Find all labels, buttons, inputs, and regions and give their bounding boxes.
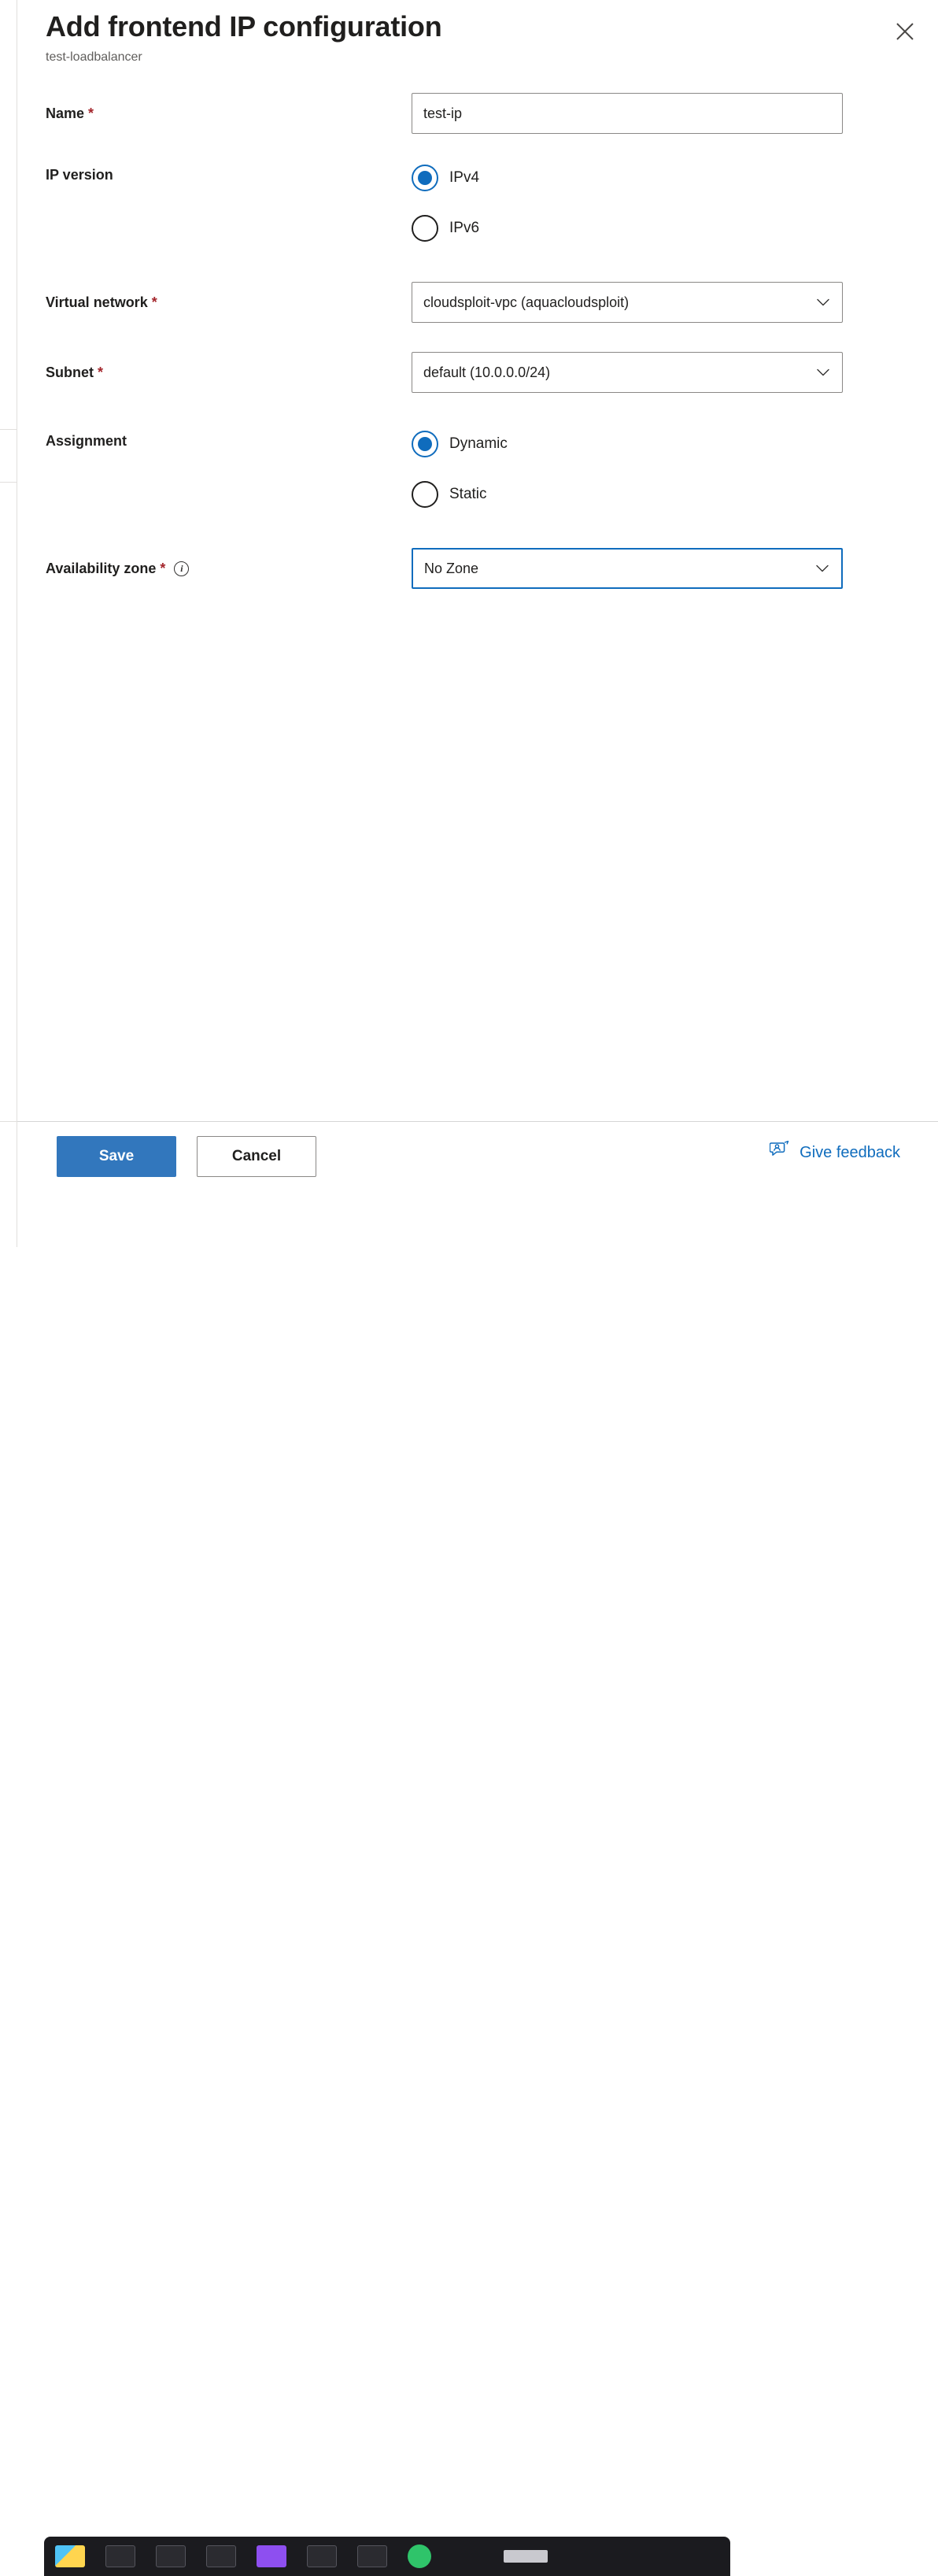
assignment-label: Assignment bbox=[46, 422, 412, 460]
availability-zone-label-text: Availability zone bbox=[46, 561, 157, 576]
page-title: Add frontend IP configuration bbox=[46, 10, 442, 43]
blade-header: Add frontend IP configuration test-loadb… bbox=[46, 8, 911, 66]
save-button[interactable]: Save bbox=[57, 1136, 176, 1177]
name-input[interactable] bbox=[412, 93, 843, 134]
availability-zone-required-marker: * bbox=[160, 561, 166, 576]
subnet-value: default (10.0.0.0/24) bbox=[423, 364, 551, 380]
virtual-network-value: cloudsploit-vpc (aquacloudsploit) bbox=[423, 294, 630, 310]
taskbar-app-icon-8[interactable] bbox=[408, 2545, 431, 2568]
add-frontend-ip-blade: Add frontend IP configuration test-loadb… bbox=[0, 0, 938, 2576]
taskbar-app-icon-1[interactable] bbox=[55, 2545, 85, 2567]
blade-left-gutter-middle bbox=[0, 429, 17, 483]
subnet-required-marker: * bbox=[98, 365, 104, 380]
form-row-assignment: Assignment Dynamic Static bbox=[46, 422, 899, 548]
radio-ipv6[interactable]: IPv6 bbox=[412, 209, 899, 247]
subnet-label-text: Subnet bbox=[46, 365, 94, 380]
taskbar-app-icon-4[interactable] bbox=[206, 2545, 236, 2567]
blade-left-gutter-footer bbox=[0, 1121, 17, 1247]
frontend-ip-form: Name * IP version IPv4 bbox=[46, 93, 899, 595]
blade-left-gutter-bottom bbox=[0, 483, 17, 1121]
assignment-radio-group: Dynamic Static bbox=[412, 422, 899, 513]
radio-dynamic[interactable]: Dynamic bbox=[412, 425, 899, 463]
virtual-network-label-text: Virtual network bbox=[46, 294, 148, 310]
taskbar-app-icon-3[interactable] bbox=[156, 2545, 186, 2567]
taskbar-app-icon-2[interactable] bbox=[105, 2545, 135, 2567]
virtual-network-dropdown[interactable]: cloudsploit-vpc (aquacloudsploit) bbox=[412, 282, 843, 323]
taskbar-app-icon-5[interactable] bbox=[257, 2545, 286, 2567]
radio-ipv4-mark bbox=[412, 165, 438, 191]
ip-version-label: IP version bbox=[46, 156, 412, 194]
taskbar-app-icon-9[interactable] bbox=[504, 2550, 548, 2563]
availability-zone-value: No Zone bbox=[424, 560, 479, 576]
radio-ipv6-label: IPv6 bbox=[449, 220, 480, 236]
form-row-ip-version: IP version IPv4 IPv6 bbox=[46, 156, 899, 282]
blade-left-gutter-top bbox=[0, 0, 17, 429]
taskbar-app-icon-6[interactable] bbox=[307, 2545, 337, 2567]
radio-static-mark bbox=[412, 481, 438, 508]
radio-static-label: Static bbox=[449, 486, 487, 502]
chevron-down-icon bbox=[814, 561, 830, 576]
close-button[interactable] bbox=[889, 16, 921, 47]
ip-version-radio-group: IPv4 IPv6 bbox=[412, 156, 899, 247]
chevron-down-icon bbox=[815, 365, 831, 380]
assignment-label-text: Assignment bbox=[46, 433, 127, 449]
feedback-person-icon bbox=[769, 1140, 790, 1164]
radio-ipv4[interactable]: IPv4 bbox=[412, 159, 899, 197]
info-icon[interactable]: i bbox=[174, 561, 190, 576]
form-row-subnet: Subnet * default (10.0.0.0/24) bbox=[46, 352, 899, 422]
availability-zone-dropdown[interactable]: No Zone bbox=[412, 548, 843, 589]
name-label: Name * bbox=[46, 93, 412, 134]
taskbar-app-icon-7[interactable] bbox=[357, 2545, 387, 2567]
radio-static[interactable]: Static bbox=[412, 476, 899, 513]
radio-ipv6-mark bbox=[412, 215, 438, 242]
blade-content: Add frontend IP configuration test-loadb… bbox=[17, 0, 938, 1247]
form-row-virtual-network: Virtual network * cloudsploit-vpc (aquac… bbox=[46, 282, 899, 352]
taskbar-icon-row bbox=[44, 2537, 730, 2576]
subnet-label: Subnet * bbox=[46, 352, 412, 393]
close-icon bbox=[895, 21, 915, 42]
give-feedback-link[interactable]: Give feedback bbox=[769, 1140, 900, 1164]
blade-footer: Save Cancel Give feedback bbox=[17, 1122, 938, 1247]
page-subtitle: test-loadbalancer bbox=[46, 50, 142, 64]
form-row-availability-zone: Availability zone * i No Zone bbox=[46, 548, 899, 595]
give-feedback-label: Give feedback bbox=[800, 1143, 900, 1161]
radio-ipv4-label: IPv4 bbox=[449, 169, 480, 186]
radio-dynamic-mark bbox=[412, 431, 438, 457]
form-row-name: Name * bbox=[46, 93, 899, 156]
os-taskbar bbox=[0, 1247, 938, 2576]
availability-zone-label: Availability zone * i bbox=[46, 548, 412, 589]
cancel-button[interactable]: Cancel bbox=[197, 1136, 316, 1177]
name-required-marker: * bbox=[88, 105, 94, 121]
virtual-network-required-marker: * bbox=[151, 294, 157, 310]
ip-version-label-text: IP version bbox=[46, 167, 113, 183]
chevron-down-icon bbox=[815, 294, 831, 310]
radio-dynamic-label: Dynamic bbox=[449, 435, 508, 452]
virtual-network-label: Virtual network * bbox=[46, 282, 412, 323]
name-label-text: Name bbox=[46, 105, 85, 121]
subnet-dropdown[interactable]: default (10.0.0.0/24) bbox=[412, 352, 843, 393]
